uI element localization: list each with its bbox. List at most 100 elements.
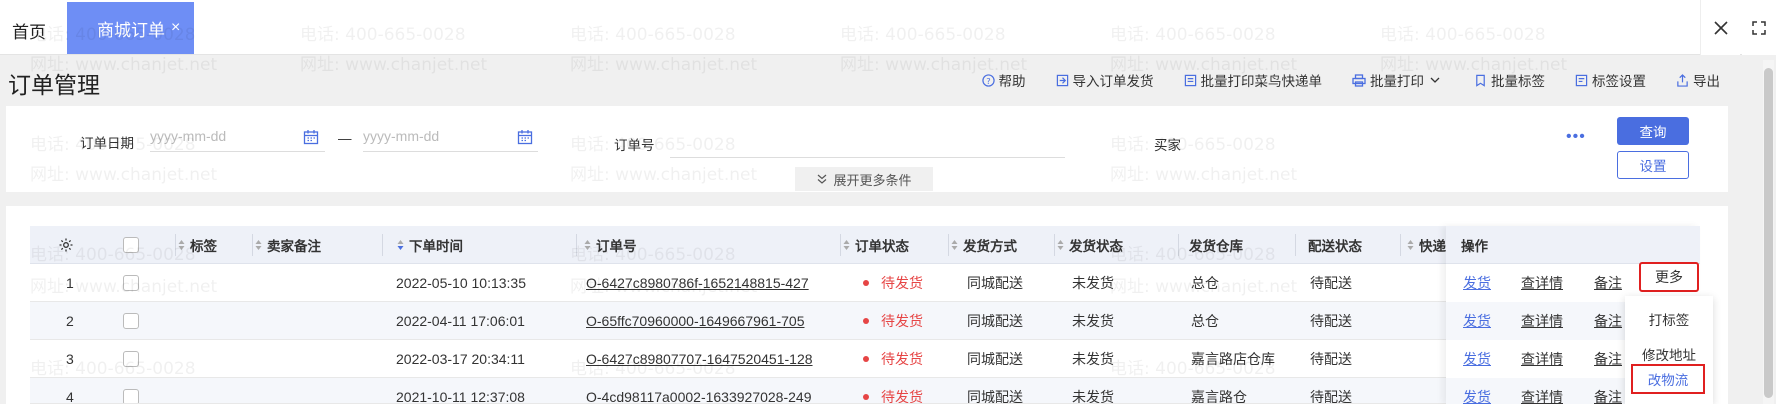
import-ship-label: 导入订单发货: [1072, 74, 1154, 89]
header-express[interactable]: 快递: [1407, 226, 1446, 264]
order-status: 待发货: [863, 302, 923, 340]
ship-method: 同城配送: [967, 313, 1023, 329]
expand-conditions-label: 展开更多条件: [833, 172, 912, 188]
order-status: 待发货: [863, 264, 923, 302]
header-ship-method[interactable]: 发货方式: [951, 226, 1017, 264]
column-settings-icon[interactable]: [58, 226, 74, 264]
batch-print-courier-button[interactable]: 批量打印菜鸟快递单: [1184, 70, 1322, 90]
sort-desc-icon: [397, 240, 404, 250]
ship-status: 未发货: [1072, 313, 1114, 329]
calendar-icon[interactable]: [303, 129, 319, 145]
help-label: 帮助: [998, 74, 1026, 89]
warehouse: 嘉言路店仓库: [1191, 351, 1275, 367]
order-no-link[interactable]: O-6427c89807707-1647520451-128: [586, 340, 813, 378]
query-button[interactable]: 查询: [1617, 117, 1689, 145]
import-ship-button[interactable]: 导入订单发货: [1056, 70, 1154, 90]
header-order-no[interactable]: 订单号: [584, 226, 637, 264]
header-label[interactable]: 标签: [178, 226, 217, 264]
export-button[interactable]: 导出: [1676, 70, 1720, 90]
delivery-status: 待配送: [1310, 275, 1352, 291]
menu-item-print-label[interactable]: 打标签: [1625, 304, 1713, 334]
order-no-link[interactable]: O-65ffc70960000-1649667961-705: [586, 302, 804, 340]
menu-item-change-logistics[interactable]: 改物流: [1631, 364, 1705, 394]
tab-mall-orders-label: 商城订单: [97, 20, 165, 40]
tab-close-icon[interactable]: ×: [171, 19, 180, 37]
ship-status: 未发货: [1072, 351, 1114, 367]
note-link[interactable]: 备注: [1594, 349, 1622, 369]
label-settings-label: 标签设置: [1592, 74, 1646, 89]
export-label: 导出: [1693, 74, 1720, 89]
header-seller-note[interactable]: 卖家备注: [255, 226, 321, 264]
sort-icon: [255, 240, 262, 250]
tag-icon: [1476, 74, 1485, 87]
order-time: 2022-04-11 17:06:01: [396, 313, 525, 329]
tab-mall-orders[interactable]: 商城订单 ×: [67, 2, 194, 54]
sort-icon: [1057, 240, 1064, 250]
ship-link[interactable]: 发货: [1463, 311, 1491, 331]
header-warehouse: 发货仓库: [1189, 239, 1243, 254]
order-no-input[interactable]: [670, 134, 1065, 158]
vertical-scrollbar[interactable]: [1763, 60, 1774, 404]
ship-link[interactable]: 发货: [1463, 349, 1491, 369]
order-no-link[interactable]: O-6427c8980786f-1652148815-427: [586, 264, 809, 302]
warehouse: 总仓: [1191, 275, 1219, 291]
ship-method: 同城配送: [967, 351, 1023, 367]
page-title: 订单管理: [8, 72, 100, 98]
buyer-input[interactable]: [1190, 134, 1555, 158]
double-chevron-down-icon: [818, 174, 827, 184]
sort-icon: [843, 240, 850, 250]
close-icon[interactable]: [1700, 0, 1740, 55]
toolbar: ? 帮助 导入订单发货 批量打印菜鸟快递单 批量打印 批量标签 标签设置 导出: [952, 70, 1720, 90]
sort-icon: [178, 240, 185, 250]
settings-button[interactable]: 设置: [1617, 151, 1689, 179]
row-checkbox[interactable]: [123, 302, 139, 340]
row-checkbox[interactable]: [123, 340, 139, 378]
batch-print-label: 批量打印: [1370, 74, 1424, 89]
header-ship-status[interactable]: 发货状态: [1057, 226, 1123, 264]
delivery-status: 待配送: [1310, 313, 1352, 329]
more-options-icon[interactable]: •••: [1566, 128, 1586, 146]
batch-label-button[interactable]: 批量标签: [1474, 70, 1545, 90]
date-separator: —: [338, 131, 352, 146]
tab-home[interactable]: 首页: [12, 18, 46, 43]
printer-icon: [1352, 73, 1366, 87]
batch-label-label: 批量标签: [1491, 74, 1545, 89]
header-order-status[interactable]: 订单状态: [843, 226, 909, 264]
courier-print-icon: [1184, 74, 1196, 86]
row-checkbox[interactable]: [123, 264, 139, 302]
select-all-checkbox[interactable]: [123, 226, 139, 264]
more-button[interactable]: 更多: [1639, 262, 1699, 292]
note-link[interactable]: 备注: [1594, 311, 1622, 331]
date-to-input[interactable]: yyyy-mm-dd: [363, 128, 538, 152]
calendar-icon[interactable]: [517, 129, 533, 145]
order-no-link[interactable]: O-4cd98117a0002-1633927028-249: [586, 378, 812, 403]
ship-status: 未发货: [1072, 275, 1114, 291]
header-order-time[interactable]: 下单时间: [397, 226, 463, 264]
detail-link[interactable]: 查详情: [1521, 311, 1563, 331]
note-link[interactable]: 备注: [1594, 273, 1622, 293]
fullscreen-icon[interactable]: [1742, 0, 1776, 55]
detail-link[interactable]: 查详情: [1521, 349, 1563, 369]
detail-link[interactable]: 查详情: [1521, 387, 1563, 404]
ship-status: 未发货: [1072, 389, 1114, 404]
header-delivery-status: 配送状态: [1308, 239, 1362, 254]
ship-link[interactable]: 发货: [1463, 273, 1491, 293]
delivery-status: 待配送: [1310, 389, 1352, 404]
row-index: 2: [66, 313, 74, 329]
more-dropdown-menu: 打标签 修改地址 改物流: [1625, 296, 1713, 404]
batch-print-button[interactable]: 批量打印: [1352, 70, 1444, 90]
help-button[interactable]: ? 帮助: [981, 70, 1026, 90]
chevron-down-icon: [1430, 77, 1440, 83]
label-settings-button[interactable]: 标签设置: [1575, 70, 1646, 90]
row-checkbox[interactable]: [123, 378, 139, 403]
ship-link[interactable]: 发货: [1463, 387, 1491, 404]
date-from-input[interactable]: yyyy-mm-dd: [150, 128, 325, 152]
warehouse: 嘉言路仓: [1191, 389, 1247, 404]
row-index: 4: [66, 389, 74, 404]
detail-link[interactable]: 查详情: [1521, 273, 1563, 293]
expand-conditions-button[interactable]: 展开更多条件: [795, 167, 933, 191]
note-link[interactable]: 备注: [1594, 387, 1622, 404]
row-index: 3: [66, 351, 74, 367]
svg-text:?: ?: [986, 75, 990, 85]
order-time: 2022-05-10 10:13:35: [396, 275, 526, 291]
